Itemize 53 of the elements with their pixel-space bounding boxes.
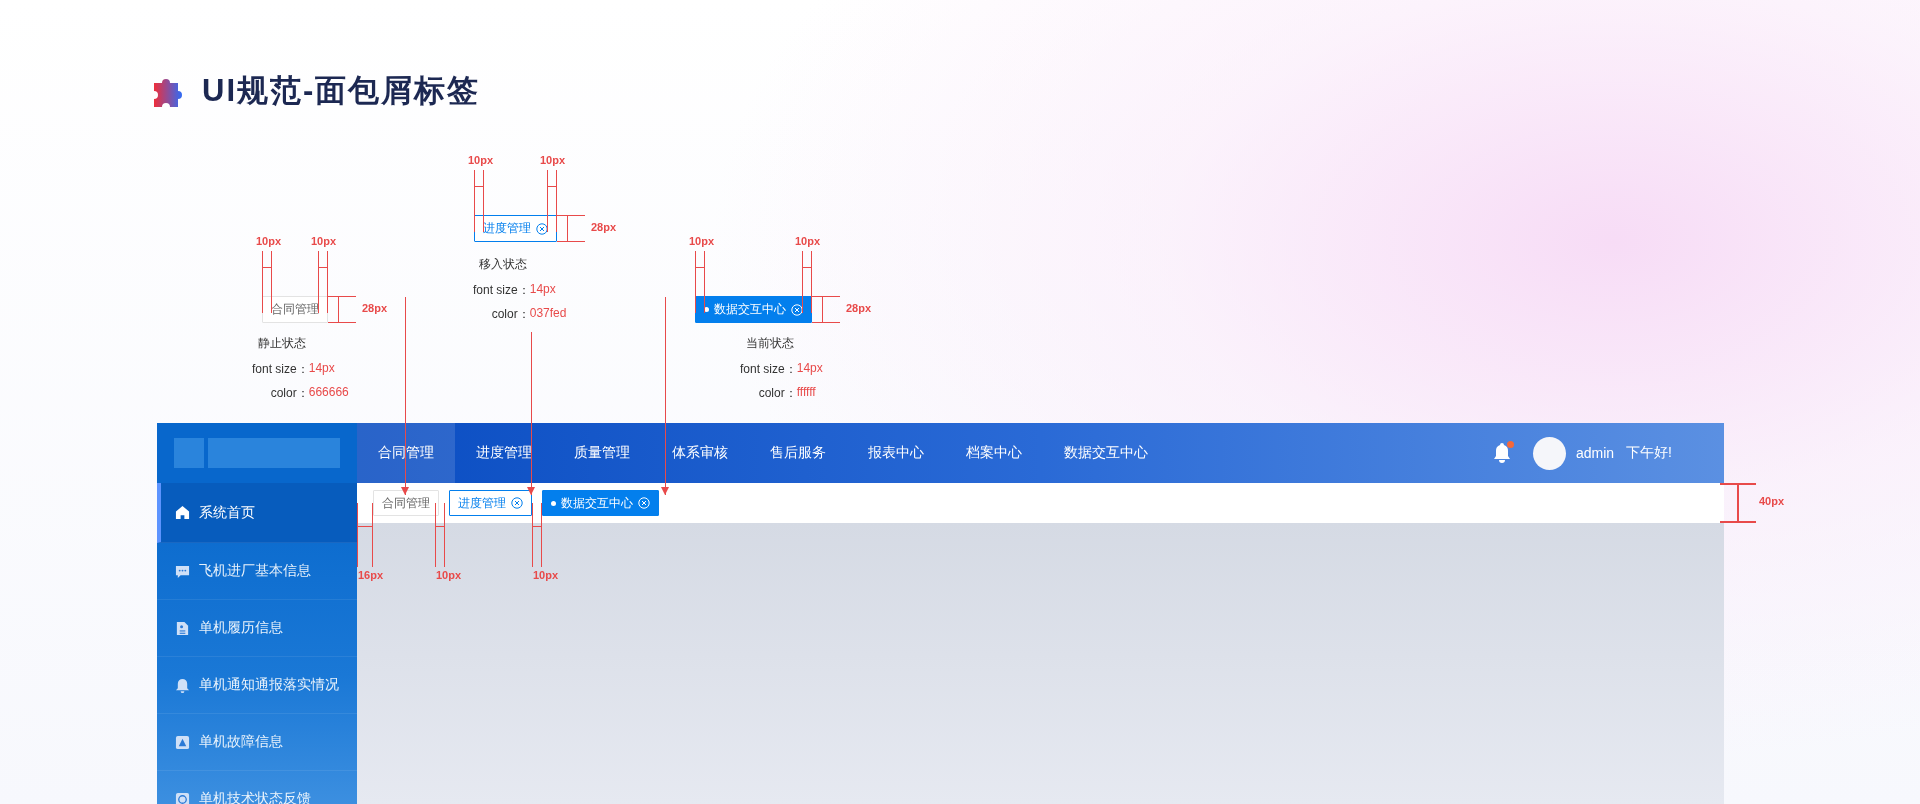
dimension-label: 10px xyxy=(689,235,715,247)
page-title: UI规范-面包屑标签 xyxy=(202,72,481,110)
warning-icon xyxy=(175,734,190,750)
dimension-label: 10px xyxy=(436,569,462,581)
chat-icon xyxy=(175,563,190,579)
bell-icon xyxy=(175,677,190,693)
nav-item[interactable]: 档案中心 xyxy=(945,423,1043,483)
breadcrumb-tag[interactable]: 合同管理 xyxy=(373,490,439,516)
dimension-label: 10px xyxy=(794,235,820,247)
breadcrumb-tag[interactable]: 数据交互中心 xyxy=(542,490,659,516)
sidebar-item[interactable]: 系统首页 xyxy=(157,483,357,543)
spec-key: font size： xyxy=(740,361,797,378)
spec-value: 666666 xyxy=(308,385,349,401)
dimension-label: 28px xyxy=(846,302,872,314)
spec-value: 14px xyxy=(796,361,823,377)
greeting-text: 下午好! xyxy=(1626,444,1672,462)
nav-item[interactable]: 售后服务 xyxy=(749,423,847,483)
close-icon[interactable] xyxy=(511,497,523,509)
breadcrumb-tag[interactable]: 进度管理 xyxy=(449,490,532,516)
nav-item[interactable]: 进度管理 xyxy=(455,423,553,483)
nav-item[interactable]: 报表中心 xyxy=(847,423,945,483)
dimension-label: 10px xyxy=(256,235,282,247)
nav-item[interactable]: 数据交互中心 xyxy=(1043,423,1169,483)
close-icon xyxy=(791,303,803,316)
dimension-label: 10px xyxy=(533,569,559,581)
spec-key: color： xyxy=(740,385,797,402)
spec-key: font size： xyxy=(252,361,309,378)
dimension-label: 10px xyxy=(468,154,494,166)
spec-key: font size： xyxy=(473,282,530,299)
dimension-label: 28px xyxy=(591,221,617,233)
bell-icon[interactable] xyxy=(1491,442,1512,464)
spec-key: color： xyxy=(252,385,309,402)
state-caption: 静止状态 xyxy=(257,335,307,352)
state-caption: 移入状态 xyxy=(478,256,528,273)
state-caption: 当前状态 xyxy=(745,335,795,352)
home-icon xyxy=(175,505,190,520)
spec-key: color： xyxy=(473,306,530,323)
clock-icon xyxy=(175,791,190,804)
dimension-label: 10px xyxy=(539,154,565,166)
dimension-label: 40px xyxy=(1759,495,1785,507)
document-icon xyxy=(175,620,190,636)
dimension-label: 28px xyxy=(362,302,388,314)
nav-item[interactable]: 质量管理 xyxy=(553,423,651,483)
dimension-label: 10px xyxy=(310,235,336,247)
spec-value: ffffff xyxy=(796,385,817,401)
spec-value: 037fed xyxy=(529,306,567,322)
close-icon xyxy=(536,222,548,235)
nav-item[interactable]: 体系审核 xyxy=(651,423,749,483)
user-name[interactable]: admin xyxy=(1575,445,1615,461)
spec-value: 14px xyxy=(308,361,336,377)
spec-value: 14px xyxy=(529,282,557,298)
avatar[interactable] xyxy=(1532,436,1566,470)
dimension-label: 16px xyxy=(358,569,384,581)
